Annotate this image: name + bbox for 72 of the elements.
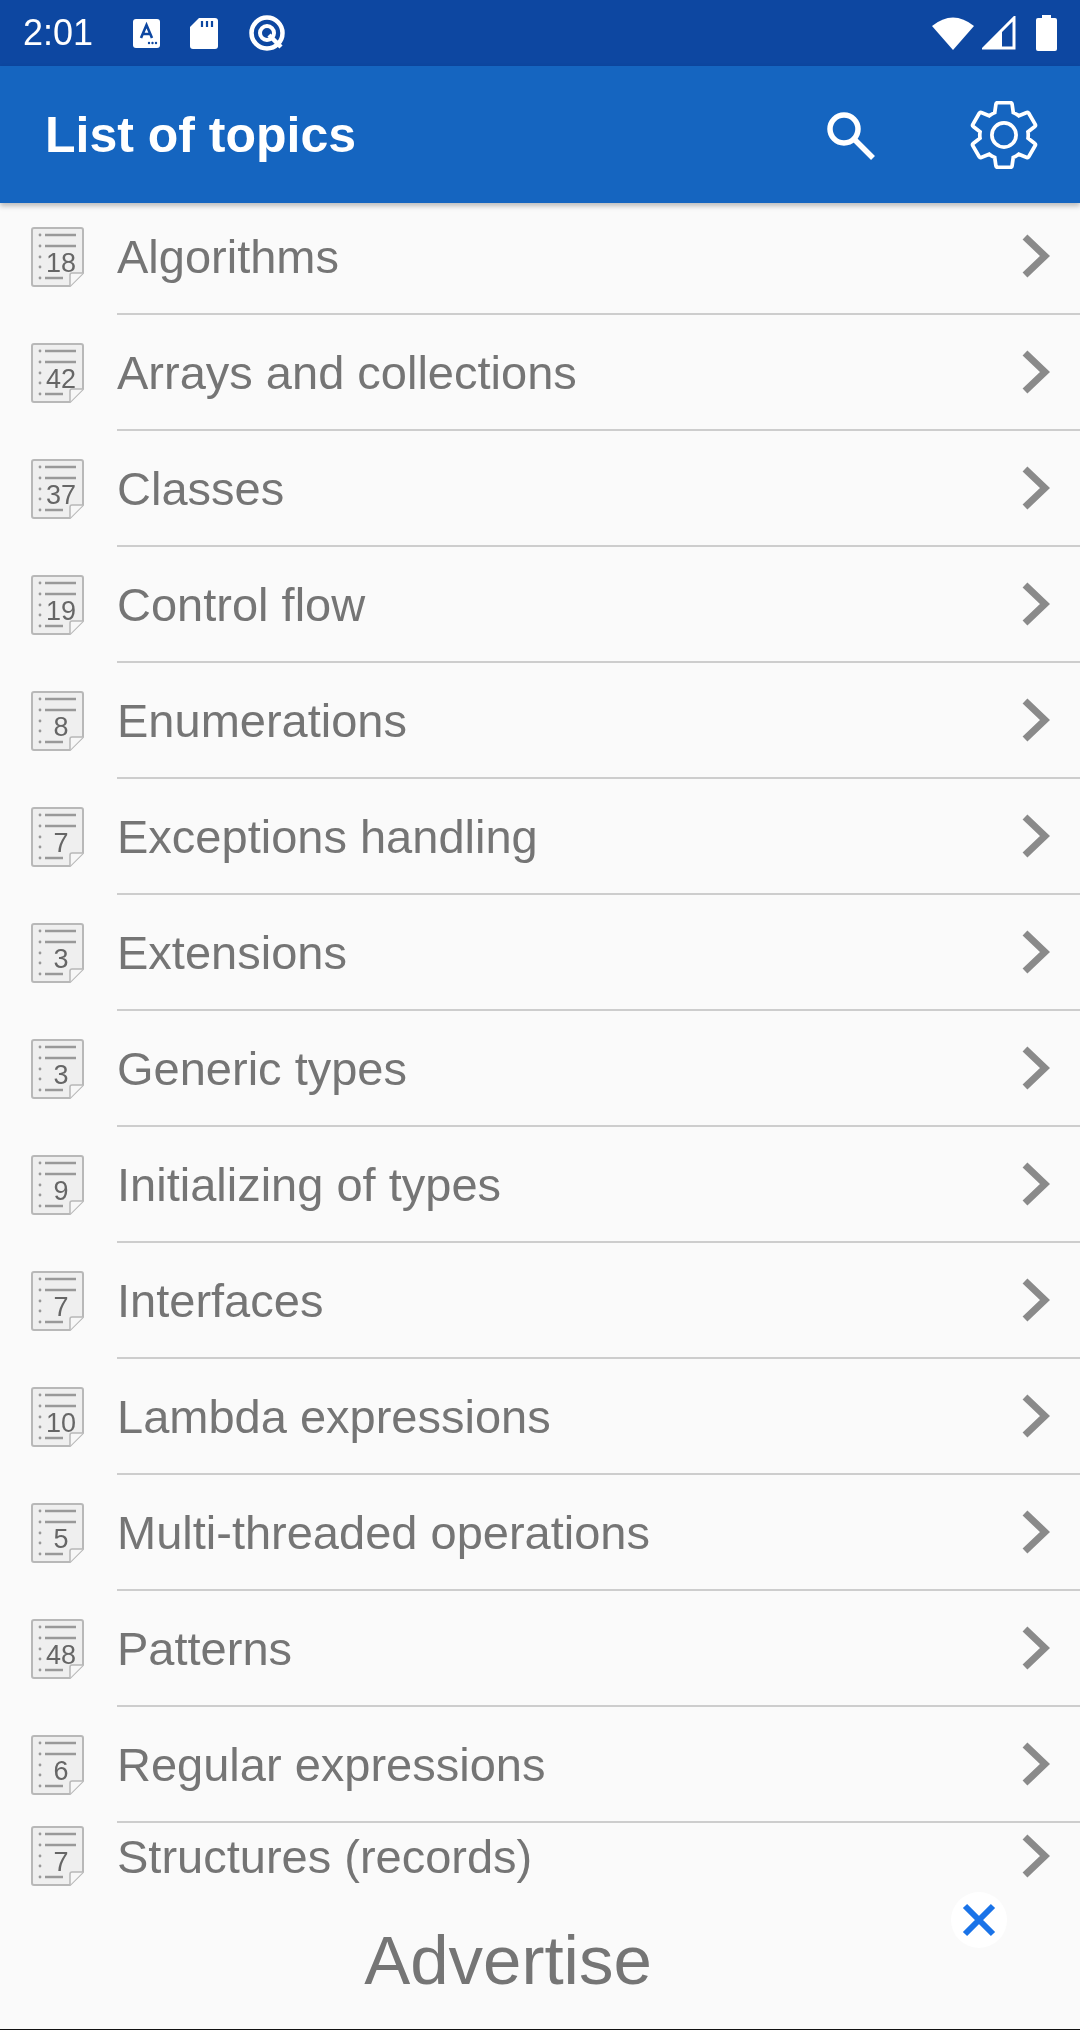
topic-count: 18 (44, 250, 77, 277)
settings-button[interactable] (970, 100, 1038, 169)
document-icon (31, 1155, 84, 1215)
chevron-right-icon (1022, 698, 1050, 742)
topic-title[interactable]: Patterns (117, 1620, 1022, 1676)
chevron-right-icon (1022, 1046, 1050, 1090)
topic-count: 10 (44, 1410, 77, 1437)
chevron-right-icon (1022, 1742, 1050, 1786)
close-icon (961, 1902, 997, 1938)
chevron-right-icon (1022, 1626, 1050, 1670)
document-icon (31, 1387, 84, 1447)
chevron-right-icon (1022, 1510, 1050, 1554)
topic-count: 3 (52, 1062, 70, 1089)
document-icon (31, 1271, 84, 1331)
status-time: 2:01 (23, 12, 94, 54)
document-icon (31, 807, 84, 867)
chevron-right-icon (1022, 1834, 1050, 1878)
topic-count: 7 (52, 1849, 70, 1876)
wifi-icon (932, 16, 974, 50)
topic-title[interactable]: Extensions (117, 924, 1022, 980)
topic-title[interactable]: Classes (117, 460, 1022, 516)
topic-title[interactable]: Initializing of types (117, 1156, 1022, 1212)
document-icon (31, 1039, 84, 1099)
topic-title[interactable]: Enumerations (117, 692, 1022, 748)
document-icon (31, 1735, 84, 1795)
topic-count: 6 (52, 1758, 70, 1785)
document-icon (31, 923, 84, 983)
app-title: List of topics (45, 105, 358, 164)
topic-title[interactable]: Exceptions handling (117, 808, 1022, 864)
document-icon (31, 1619, 84, 1679)
notification-a-icon (133, 18, 161, 48)
document-icon (31, 1503, 84, 1563)
topic-count: 3 (52, 946, 70, 973)
chevron-right-icon (1022, 1394, 1050, 1438)
chevron-right-icon (1022, 1278, 1050, 1322)
topic-count: 5 (52, 1526, 70, 1553)
topic-title[interactable]: Regular expressions (117, 1736, 1022, 1792)
chevron-right-icon (1022, 466, 1050, 510)
battery-icon (1036, 15, 1057, 51)
circle-badge-icon (248, 14, 287, 52)
document-icon (31, 227, 84, 287)
topic-title[interactable]: Control flow (117, 576, 1022, 632)
topic-title[interactable]: Lambda expressions (117, 1388, 1022, 1444)
chevron-right-icon (1022, 582, 1050, 626)
topic-count: 9 (52, 1178, 70, 1205)
topic-title[interactable]: Multi-threaded operations (117, 1504, 1022, 1560)
topic-count: 48 (44, 1642, 77, 1669)
ad-banner-label: Advertise (364, 1920, 652, 2000)
topic-title[interactable]: Interfaces (117, 1272, 1022, 1328)
topic-count: 19 (44, 598, 77, 625)
topic-count: 8 (52, 714, 70, 741)
topic-count: 7 (52, 830, 70, 857)
topic-count: 37 (44, 482, 77, 509)
document-icon (31, 459, 84, 519)
settings-icon (970, 100, 1038, 169)
document-icon (31, 691, 84, 751)
chevron-right-icon (1022, 814, 1050, 858)
signal-icon (982, 16, 1016, 50)
chevron-right-icon (1022, 1162, 1050, 1206)
topic-count: 7 (52, 1294, 70, 1321)
topic-title[interactable]: Algorithms (117, 228, 1022, 284)
document-icon (31, 1826, 84, 1886)
chevron-right-icon (1022, 350, 1050, 394)
topic-title[interactable]: Arrays and collections (117, 344, 1022, 400)
document-icon (31, 575, 84, 635)
sd-card-icon (190, 17, 219, 49)
chevron-right-icon (1022, 234, 1050, 278)
topic-title[interactable]: Generic types (117, 1040, 1022, 1096)
document-icon (31, 343, 84, 403)
chevron-right-icon (1022, 930, 1050, 974)
topic-count: 42 (44, 366, 77, 393)
topic-title[interactable]: Structures (records) (117, 1828, 1022, 1884)
